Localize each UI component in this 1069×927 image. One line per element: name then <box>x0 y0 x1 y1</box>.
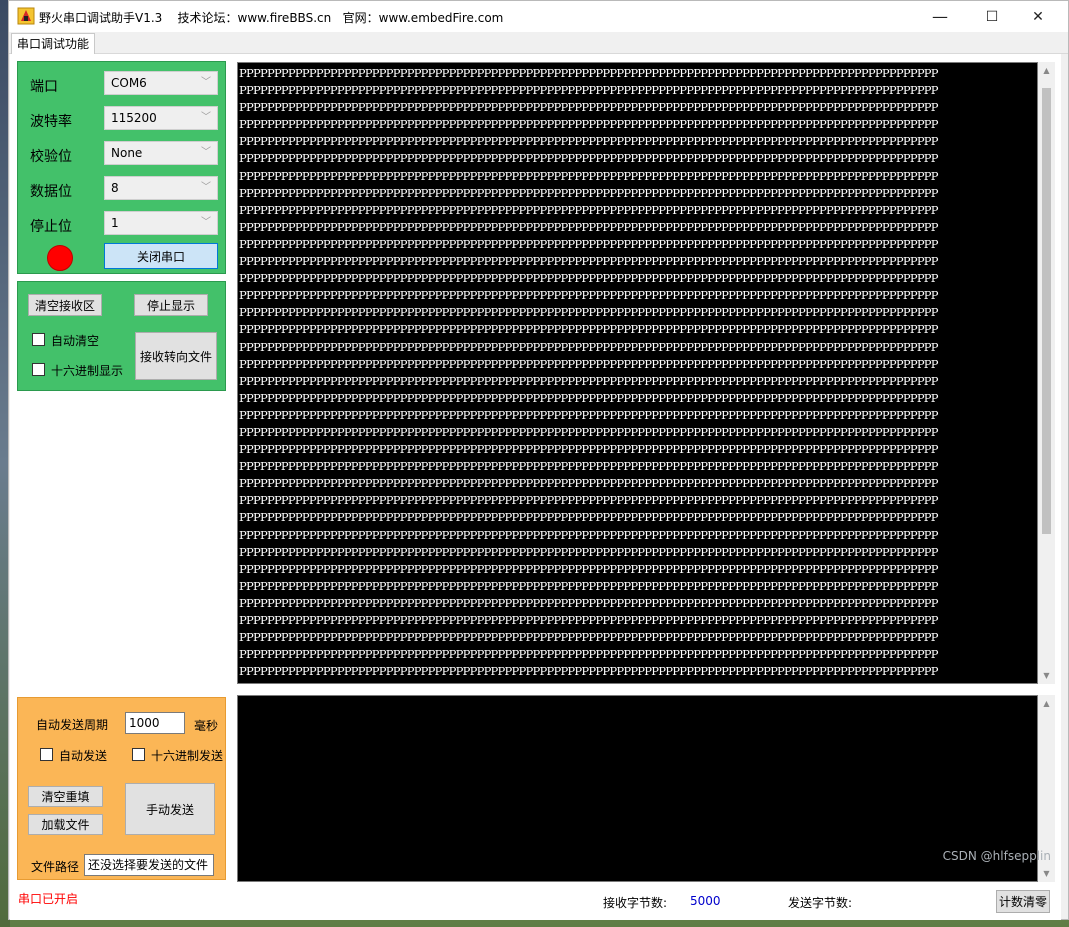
close-port-button[interactable]: 关闭串口 <box>104 243 218 269</box>
period-unit-label: 毫秒 <box>194 719 219 733</box>
auto-send-checkbox[interactable] <box>40 748 53 761</box>
scroll-down-icon[interactable]: ▼ <box>1038 865 1055 882</box>
chevron-down-icon: ﹀ <box>201 112 211 123</box>
send-period-label: 自动发送周期 <box>36 718 109 732</box>
hex-display-label: 十六进制显示 <box>51 364 124 378</box>
chevron-down-icon: ﹀ <box>201 77 211 88</box>
receive-text-area[interactable]: PPPPPPPPPPPPPPPPPPPPPPPPPPPPPPPPPPPPPPPP… <box>237 62 1038 684</box>
manual-send-button[interactable]: 手动发送 <box>125 783 215 835</box>
serial-status-text: 串口已开启 <box>18 892 79 906</box>
receive-to-file-button[interactable]: 接收转向文件 <box>135 332 217 380</box>
chevron-down-icon: ﹀ <box>201 147 211 158</box>
databits-value: 8 <box>111 181 119 195</box>
scroll-up-icon[interactable]: ▲ <box>1038 62 1055 79</box>
minimize-button[interactable]: — <box>917 1 963 32</box>
parity-label: 校验位 <box>30 149 72 165</box>
serial-config-panel: 端口 COM6 ﹀ 波特率 115200 ﹀ 校验位 None ﹀ 数据位 8 … <box>17 61 226 274</box>
app-logo-icon <box>17 7 35 25</box>
auto-clear-checkbox[interactable] <box>32 333 45 346</box>
parity-select[interactable]: None ﹀ <box>104 141 218 165</box>
window-title: 野火串口调试助手V1.3 技术论坛：www.fireBBS.cn 官网：www.… <box>39 11 504 25</box>
chevron-down-icon: ﹀ <box>201 217 211 228</box>
hex-display-checkbox[interactable] <box>32 363 45 376</box>
baud-label: 波特率 <box>30 114 72 130</box>
csdn-watermark: CSDN @hlfsepplin <box>942 849 1051 863</box>
stopbits-label: 停止位 <box>30 219 72 235</box>
port-status-indicator <box>47 245 73 271</box>
tab-content: 端口 COM6 ﹀ 波特率 115200 ﹀ 校验位 None ﹀ 数据位 8 … <box>10 54 1061 920</box>
port-select[interactable]: COM6 ﹀ <box>104 71 218 95</box>
maximize-button[interactable]: ☐ <box>969 1 1015 32</box>
databits-label: 数据位 <box>30 184 72 200</box>
clear-refill-button[interactable]: 清空重填 <box>28 786 103 807</box>
recv-bytes-value: 5000 <box>690 894 721 908</box>
receive-scrollbar[interactable]: ▲ ▼ <box>1038 62 1055 684</box>
close-button[interactable]: ✕ <box>1015 1 1061 32</box>
app-window: 野火串口调试助手V1.3 技术论坛：www.fireBBS.cn 官网：www.… <box>8 0 1069 920</box>
receive-controls-panel: 清空接收区 停止显示 自动清空 十六进制显示 接收转向文件 <box>17 281 226 391</box>
databits-select[interactable]: 8 ﹀ <box>104 176 218 200</box>
load-file-button[interactable]: 加载文件 <box>28 814 103 835</box>
stopbits-value: 1 <box>111 216 119 230</box>
tab-bar: 串口调试功能 <box>9 32 1068 54</box>
auto-clear-label: 自动清空 <box>51 334 100 348</box>
recv-bytes-label: 接收字节数: <box>603 896 668 910</box>
send-controls-panel: 自动发送周期 1000 毫秒 自动发送 十六进制发送 清空重填 加载文件 手动发… <box>17 697 226 880</box>
hex-send-label: 十六进制发送 <box>151 749 224 763</box>
reset-count-button[interactable]: 计数清零 <box>996 890 1050 913</box>
chevron-down-icon: ﹀ <box>201 182 211 193</box>
parity-value: None <box>111 146 143 160</box>
file-path-label: 文件路径 <box>31 860 80 874</box>
send-text-area[interactable] <box>237 695 1038 882</box>
receive-scrollbar-thumb[interactable] <box>1042 88 1051 534</box>
baud-select[interactable]: 115200 ﹀ <box>104 106 218 130</box>
scroll-up-icon[interactable]: ▲ <box>1038 695 1055 712</box>
auto-send-label: 自动发送 <box>59 749 108 763</box>
receive-text: PPPPPPPPPPPPPPPPPPPPPPPPPPPPPPPPPPPPPPPP… <box>239 66 939 683</box>
stop-display-button[interactable]: 停止显示 <box>134 294 208 316</box>
clear-receive-button[interactable]: 清空接收区 <box>28 294 102 316</box>
port-label: 端口 <box>30 79 58 95</box>
port-value: COM6 <box>111 76 147 90</box>
tab-serial-debug[interactable]: 串口调试功能 <box>11 33 96 54</box>
send-period-input[interactable]: 1000 <box>125 712 185 734</box>
scroll-down-icon[interactable]: ▼ <box>1038 667 1055 684</box>
title-bar[interactable]: 野火串口调试助手V1.3 技术论坛：www.fireBBS.cn 官网：www.… <box>9 1 1068 32</box>
stopbits-select[interactable]: 1 ﹀ <box>104 211 218 235</box>
hex-send-checkbox[interactable] <box>132 748 145 761</box>
baud-value: 115200 <box>111 111 157 125</box>
sent-bytes-label: 发送字节数: <box>788 896 853 910</box>
file-path-field[interactable]: 还没选择要发送的文件 <box>84 854 214 876</box>
